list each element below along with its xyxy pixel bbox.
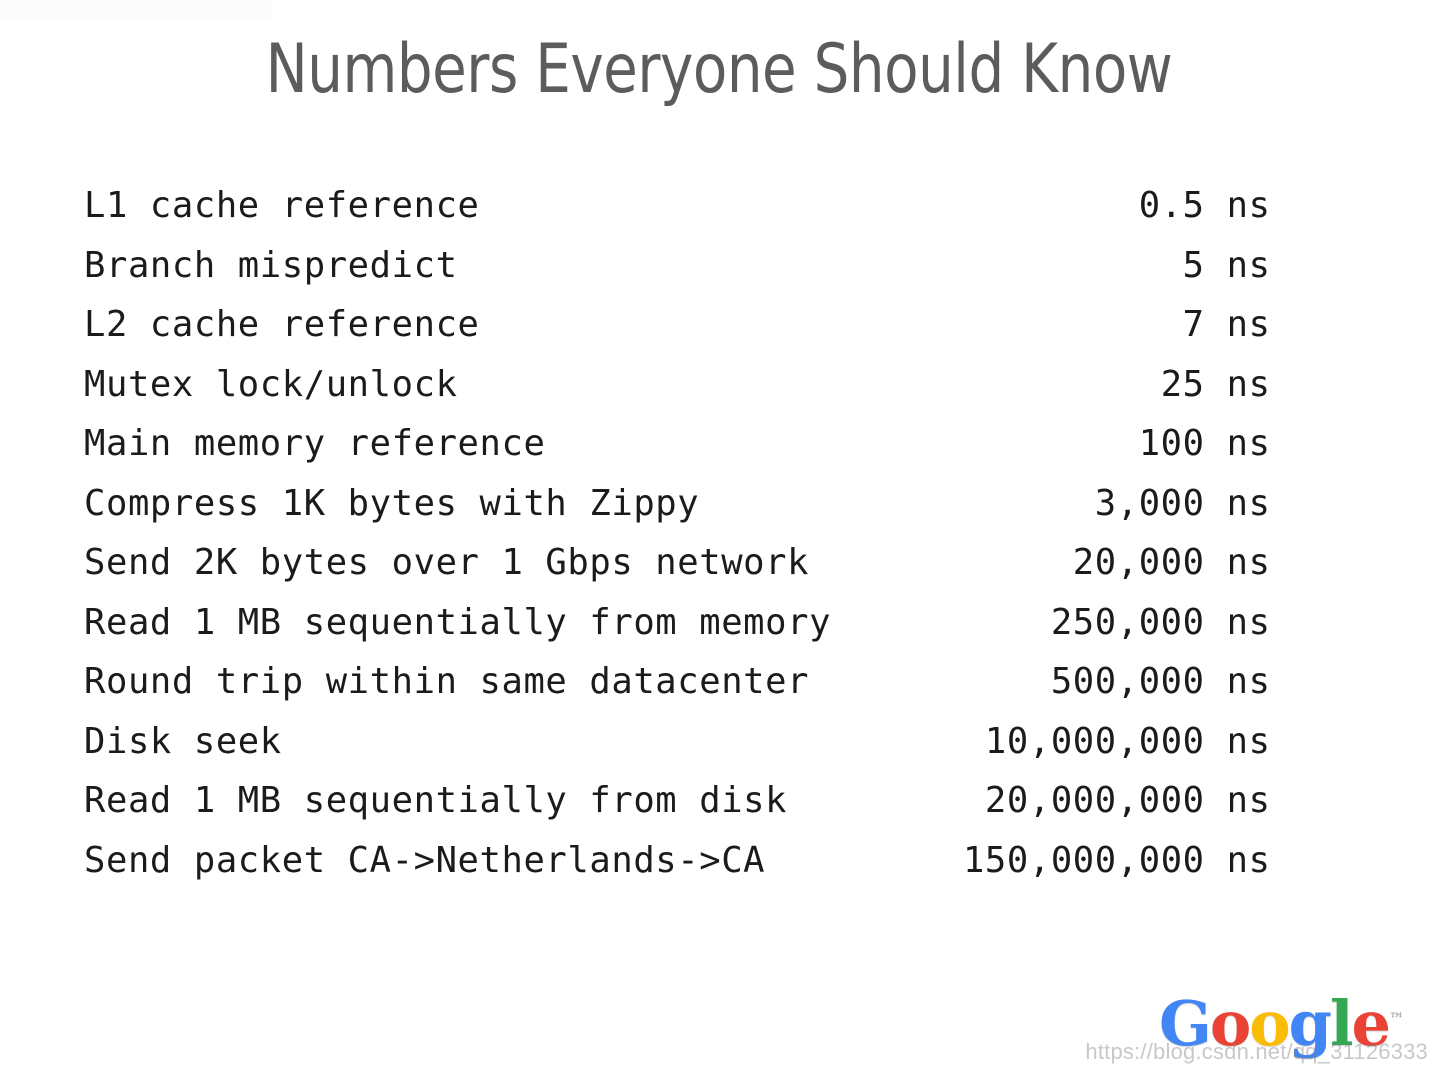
row-spacer xyxy=(480,304,1183,345)
row-label: Compress 1K bytes with Zippy xyxy=(84,482,700,524)
table-row: Branch mispredict 5 ns xyxy=(84,236,1271,296)
row-unit: ns xyxy=(1204,363,1271,405)
row-value: 20,000 xyxy=(1072,542,1205,583)
row-value: 100 xyxy=(1138,423,1205,464)
row-spacer xyxy=(809,661,1051,702)
table-row: Disk seek 10,000,000 ns xyxy=(84,712,1271,772)
row-spacer xyxy=(809,542,1073,583)
table-row: Read 1 MB sequentially from memory 250,0… xyxy=(84,593,1271,653)
row-unit: ns xyxy=(1204,185,1271,226)
row-spacer xyxy=(458,245,1183,286)
row-unit: ns xyxy=(1204,720,1271,762)
row-spacer xyxy=(480,185,1139,226)
row-label: Round trip within same datacenter xyxy=(84,661,810,702)
corner-scan-artifact xyxy=(0,0,272,22)
numbers-table: L1 cache reference 0.5 ns Branch mispredi… xyxy=(84,176,1271,890)
row-spacer xyxy=(699,483,1095,524)
row-unit: ns xyxy=(1204,601,1271,643)
row-value: 25 xyxy=(1160,363,1205,405)
row-unit: ns xyxy=(1204,839,1271,881)
row-label: L2 cache reference xyxy=(84,304,480,345)
row-unit: ns xyxy=(1204,482,1271,524)
row-value: 0.5 xyxy=(1138,185,1205,226)
table-row: Send packet CA->Netherlands->CA 150,000,… xyxy=(84,831,1271,891)
page-title: Numbers Everyone Should Know xyxy=(265,30,1173,109)
table-row: Mutex lock/unlock 25 ns xyxy=(84,355,1271,415)
row-label: Send packet CA->Netherlands->CA xyxy=(84,839,766,881)
trademark-mark: ™ xyxy=(1389,1009,1404,1028)
row-value: 500,000 xyxy=(1050,661,1205,702)
table-row: Read 1 MB sequentially from disk 20,000,… xyxy=(84,771,1271,831)
row-label: Read 1 MB sequentially from memory xyxy=(84,601,832,643)
row-label: Main memory reference xyxy=(84,423,546,464)
row-unit: ns xyxy=(1204,304,1271,345)
table-row: Send 2K bytes over 1 Gbps network 20,000… xyxy=(84,533,1271,593)
table-row: L2 cache reference 7 ns xyxy=(84,295,1271,355)
row-unit: ns xyxy=(1204,244,1271,286)
row-label: Branch mispredict xyxy=(84,244,458,286)
table-row: L1 cache reference 0.5 ns xyxy=(84,176,1271,236)
row-spacer xyxy=(458,364,1161,405)
row-spacer xyxy=(765,840,963,881)
row-label: Disk seek xyxy=(84,720,282,762)
row-spacer xyxy=(282,721,985,762)
row-value: 10,000,000 xyxy=(984,720,1205,762)
row-value: 3,000 xyxy=(1094,482,1205,524)
row-unit: ns xyxy=(1204,780,1271,821)
row-label: Send 2K bytes over 1 Gbps network xyxy=(84,542,810,583)
row-spacer xyxy=(831,602,1051,643)
row-unit: ns xyxy=(1204,542,1271,583)
table-row: Compress 1K bytes with Zippy 3,000 ns xyxy=(84,474,1271,534)
row-value: 150,000,000 xyxy=(962,839,1205,881)
row-value: 5 xyxy=(1182,244,1205,286)
row-label: L1 cache reference xyxy=(84,185,480,226)
row-spacer xyxy=(787,780,985,821)
row-unit: ns xyxy=(1204,661,1271,702)
table-row: Main memory reference 100 ns xyxy=(84,414,1271,474)
row-value: 250,000 xyxy=(1050,601,1205,643)
row-label: Read 1 MB sequentially from disk xyxy=(84,780,788,821)
row-value: 7 xyxy=(1182,304,1205,345)
row-unit: ns xyxy=(1204,423,1271,464)
table-row: Round trip within same datacenter 500,00… xyxy=(84,652,1271,712)
row-spacer xyxy=(545,423,1138,464)
row-label: Mutex lock/unlock xyxy=(84,363,458,405)
row-value: 20,000,000 xyxy=(984,780,1205,821)
csdn-watermark: https://blog.csdn.net/qq_31126333 xyxy=(1085,1039,1428,1064)
